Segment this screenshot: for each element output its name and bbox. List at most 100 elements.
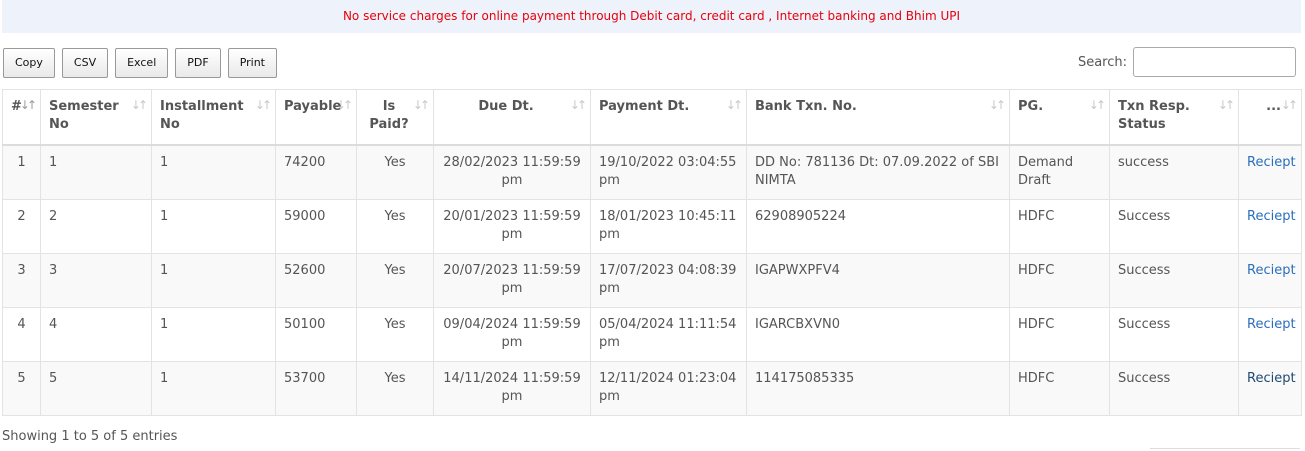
search-label: Search: <box>1077 54 1127 70</box>
cell-is-paid: Yes <box>356 144 434 200</box>
table-header-row: # ↓↑ Semester No ↓↑ Installment No ↓↑ Payab… <box>2 89 1302 146</box>
table-info: Showing 1 to 5 of 5 entries <box>2 429 178 444</box>
receipt-link[interactable]: Reciept <box>1247 155 1296 170</box>
cell-installment: 1 <box>151 144 276 200</box>
cell-payable: 52600 <box>275 252 357 308</box>
column-header-semester[interactable]: Semester No ↓↑ <box>40 89 152 146</box>
cell-installment: 1 <box>151 306 276 362</box>
receipt-link[interactable]: Reciept <box>1247 263 1296 278</box>
cell-txn-status: Success <box>1109 360 1239 416</box>
sort-ascending-icon: ↓↑ <box>19 98 37 112</box>
cell-index: 1 <box>2 144 41 200</box>
cell-txn-status: Success <box>1109 252 1239 308</box>
receipt-link[interactable]: Reciept <box>1247 209 1296 224</box>
cell-semester: 1 <box>40 144 152 200</box>
cell-pg: HDFC <box>1009 252 1110 308</box>
cell-txn-status: success <box>1109 144 1239 200</box>
cell-payable: 59000 <box>275 198 357 254</box>
cell-is-paid: Yes <box>356 306 434 362</box>
cell-index: 5 <box>2 360 41 416</box>
cell-pg: HDFC <box>1009 360 1110 416</box>
pdf-button[interactable]: PDF <box>175 48 221 78</box>
receipt-link[interactable]: Reciept <box>1247 371 1296 386</box>
sort-arrows-icon: ↓↑ <box>569 98 587 112</box>
receipt-link[interactable]: Reciept <box>1247 317 1296 332</box>
column-header-actions[interactable]: ... ↓↑ <box>1238 89 1302 146</box>
cell-action: Reciept <box>1238 252 1302 308</box>
column-header-bank-txn[interactable]: Bank Txn. No. ↓↑ <box>746 89 1010 146</box>
cell-index: 3 <box>2 252 41 308</box>
cell-payable: 53700 <box>275 360 357 416</box>
cell-index: 4 <box>2 306 41 362</box>
cell-semester: 5 <box>40 360 152 416</box>
table-row: 4 4 1 50100 Yes 09/04/2024 11:59:59 pm 0… <box>2 306 1302 362</box>
cell-pg: HDFC <box>1009 198 1110 254</box>
table-row: 3 3 1 52600 Yes 20/07/2023 11:59:59 pm 1… <box>2 252 1302 308</box>
cell-txn-status: Success <box>1109 198 1239 254</box>
cell-pg: Demand Draft <box>1009 144 1110 200</box>
column-header-installment[interactable]: Installment No ↓↑ <box>151 89 276 146</box>
excel-button[interactable]: Excel <box>115 48 169 78</box>
cell-due-date: 20/07/2023 11:59:59 pm <box>433 252 591 308</box>
cell-installment: 1 <box>151 198 276 254</box>
notice-banner: No service charges for online payment th… <box>2 0 1301 33</box>
column-header-txn-status[interactable]: Txn Resp. Status ↓↑ <box>1109 89 1239 146</box>
search-input[interactable] <box>1133 47 1296 77</box>
cell-installment: 1 <box>151 252 276 308</box>
cell-pg: HDFC <box>1009 306 1110 362</box>
cell-due-date: 20/01/2023 11:59:59 pm <box>433 198 591 254</box>
sort-arrows-icon: ↓↑ <box>1217 98 1235 112</box>
sort-arrows-icon: ↓↑ <box>1280 98 1298 112</box>
csv-button[interactable]: CSV <box>61 48 109 78</box>
sort-arrows-icon: ↓↑ <box>254 98 272 112</box>
column-header-payment-date[interactable]: Payment Dt. ↓↑ <box>590 89 747 146</box>
export-toolbar: Copy CSV Excel PDF Print <box>3 48 284 78</box>
cell-is-paid: Yes <box>356 360 434 416</box>
cell-bank-txn: DD No: 781136 Dt: 07.09.2022 of SBI NIMT… <box>746 144 1010 200</box>
column-header-payable[interactable]: Payable ↓↑ <box>275 89 357 146</box>
search-box: Search: <box>1078 47 1296 77</box>
cell-payment-date: 05/04/2024 11:11:54 pm <box>590 306 747 362</box>
payments-table: # ↓↑ Semester No ↓↑ Installment No ↓↑ Payab… <box>2 89 1302 416</box>
cell-due-date: 09/04/2024 11:59:59 pm <box>433 306 591 362</box>
cell-payable: 50100 <box>275 306 357 362</box>
column-header-due-date[interactable]: Due Dt. ↓↑ <box>433 89 591 146</box>
cell-installment: 1 <box>151 360 276 416</box>
cell-txn-status: Success <box>1109 306 1239 362</box>
table-row: 5 5 1 53700 Yes 14/11/2024 11:59:59 pm 1… <box>2 360 1302 416</box>
column-header-pg[interactable]: PG. ↓↑ <box>1009 89 1110 146</box>
cell-due-date: 28/02/2023 11:59:59 pm <box>433 144 591 200</box>
cell-is-paid: Yes <box>356 198 434 254</box>
cell-payment-date: 17/07/2023 04:08:39 pm <box>590 252 747 308</box>
cell-bank-txn: IGARCBXVN0 <box>746 306 1010 362</box>
column-header-is-paid[interactable]: Is Paid? ↓↑ <box>356 89 434 146</box>
cell-payment-date: 19/10/2022 03:04:55 pm <box>590 144 747 200</box>
cell-is-paid: Yes <box>356 252 434 308</box>
table-row: 1 1 1 74200 Yes 28/02/2023 11:59:59 pm 1… <box>2 144 1302 200</box>
cell-action: Reciept <box>1238 144 1302 200</box>
cell-bank-txn: 114175085335 <box>746 360 1010 416</box>
cell-bank-txn: 62908905224 <box>746 198 1010 254</box>
sort-arrows-icon: ↓↑ <box>412 98 430 112</box>
cell-due-date: 14/11/2024 11:59:59 pm <box>433 360 591 416</box>
cell-index: 2 <box>2 198 41 254</box>
sort-arrows-icon: ↓↑ <box>988 98 1006 112</box>
cell-payment-date: 12/11/2024 01:23:04 pm <box>590 360 747 416</box>
cell-payment-date: 18/01/2023 10:45:11 pm <box>590 198 747 254</box>
cell-action: Reciept <box>1238 306 1302 362</box>
column-header-index[interactable]: # ↓↑ <box>2 89 41 146</box>
sort-arrows-icon: ↓↑ <box>1088 98 1106 112</box>
print-button[interactable]: Print <box>227 48 277 78</box>
cell-semester: 2 <box>40 198 152 254</box>
sort-arrows-icon: ↓↑ <box>130 98 148 112</box>
cell-action: Reciept <box>1238 198 1302 254</box>
cell-semester: 4 <box>40 306 152 362</box>
table-row: 2 2 1 59000 Yes 20/01/2023 11:59:59 pm 1… <box>2 198 1302 254</box>
sort-arrows-icon: ↓↑ <box>725 98 743 112</box>
sort-arrows-icon: ↓↑ <box>335 98 353 112</box>
cell-action: Reciept <box>1238 360 1302 416</box>
pagination-edge <box>1150 448 1300 449</box>
cell-payable: 74200 <box>275 144 357 200</box>
cell-semester: 3 <box>40 252 152 308</box>
copy-button[interactable]: Copy <box>3 48 55 78</box>
